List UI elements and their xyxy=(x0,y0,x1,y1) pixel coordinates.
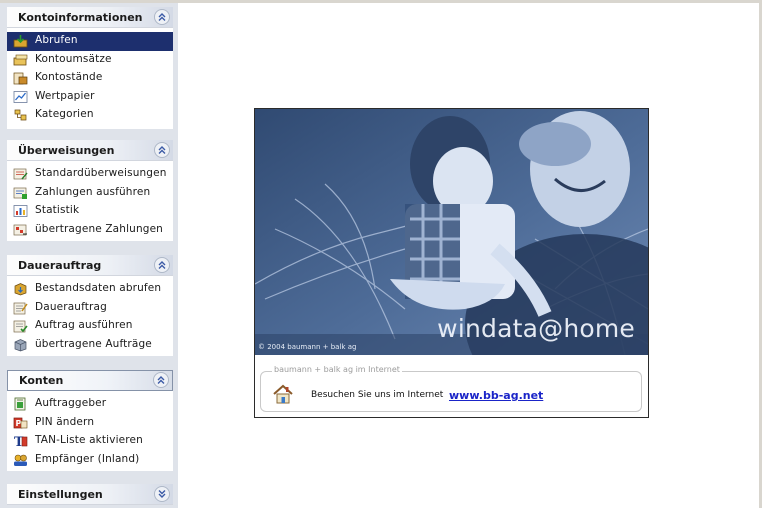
sidebar-item-dauerauftrag[interactable]: Dauerauftrag xyxy=(7,299,173,318)
pin-icon: P xyxy=(13,417,28,428)
group-title: Einstellungen xyxy=(18,488,103,501)
sidebar-item-auftrag-ausfuehren[interactable]: Auftrag ausführen xyxy=(7,317,173,336)
group-title: Konten xyxy=(19,374,64,387)
group-header-konten[interactable]: Konten xyxy=(7,370,173,391)
brand-logo-text: windata@home xyxy=(437,314,635,343)
splash-panel: © 2004 baumann + balk ag windata@home ba… xyxy=(254,108,649,418)
main-content-area: © 2004 baumann + balk ag windata@home ba… xyxy=(178,3,759,508)
sidebar-item-empfaenger-inland[interactable]: Empfänger (Inland) xyxy=(7,451,173,470)
sidebar-item-zahlungen-ausfuehren[interactable]: Zahlungen ausführen xyxy=(7,184,173,203)
sidebar-item-kategorien[interactable]: Kategorien xyxy=(7,106,173,125)
groupbox-legend: baumann + balk ag im Internet xyxy=(272,365,402,374)
internet-groupbox: baumann + balk ag im Internet Besuchen S… xyxy=(260,365,642,412)
group-konten: Konten Auftraggeber P PIN ändern T TAN-L… xyxy=(7,370,173,471)
group-kontoinformationen: Kontoinformationen Abrufen Kontoumsätze … xyxy=(7,7,173,129)
svg-text:P: P xyxy=(16,419,22,428)
transferred-payments-icon xyxy=(13,224,27,235)
sidebar-item-pin-aendern[interactable]: P PIN ändern xyxy=(7,414,173,433)
home-icon xyxy=(273,384,293,404)
group-body: Standardüberweisungen Zahlungen ausführe… xyxy=(7,161,173,241)
sidebar-item-kontostaende[interactable]: Kontostände xyxy=(7,69,173,88)
transactions-icon xyxy=(13,54,28,65)
standing-order-icon xyxy=(13,302,28,314)
recipients-icon xyxy=(14,454,27,466)
fetch-data-icon xyxy=(14,283,27,296)
sidebar-item-uebertragene-zahlungen[interactable]: übertragene Zahlungen xyxy=(7,221,173,240)
website-link[interactable]: www.bb-ag.net xyxy=(449,389,543,402)
sidebar-item-bestandsdaten-abrufen[interactable]: Bestandsdaten abrufen xyxy=(7,280,173,299)
chevron-double-down-icon[interactable] xyxy=(154,486,170,502)
task-sidebar: Kontoinformationen Abrufen Kontoumsätze … xyxy=(0,3,178,508)
group-body: Auftraggeber P PIN ändern T TAN-Liste ak… xyxy=(7,391,173,471)
copyright-text: © 2004 baumann + balk ag xyxy=(258,343,357,351)
sidebar-item-standardueberweisungen[interactable]: Standardüberweisungen xyxy=(7,165,173,184)
chevron-double-up-icon[interactable] xyxy=(154,257,170,273)
sidebar-item-abrufen[interactable]: Abrufen xyxy=(7,32,173,51)
sidebar-item-auftraggeber[interactable]: Auftraggeber xyxy=(7,395,173,414)
splash-photo: © 2004 baumann + balk ag windata@home xyxy=(255,109,648,355)
chevron-double-up-icon[interactable] xyxy=(154,9,170,25)
group-body: Abrufen Kontoumsätze Kontostände Wertpap… xyxy=(7,28,173,129)
sidebar-item-wertpapier[interactable]: Wertpapier xyxy=(7,88,173,107)
tan-list-icon: T xyxy=(14,435,28,448)
securities-chart-icon xyxy=(13,90,28,103)
sidebar-item-statistik[interactable]: Statistik xyxy=(7,202,173,221)
ordering-party-icon xyxy=(14,397,26,411)
group-dauerauftrag: Dauerauftrag Bestandsdaten abrufen Dauer… xyxy=(7,255,173,356)
group-title: Überweisungen xyxy=(18,144,115,157)
group-body: Bestandsdaten abrufen Dauerauftrag Auftr… xyxy=(7,276,173,356)
balances-icon xyxy=(13,72,28,85)
transferred-orders-icon xyxy=(14,338,27,351)
group-ueberweisungen: Überweisungen Standardüberweisungen Zahl… xyxy=(7,140,173,241)
group-title: Kontoinformationen xyxy=(18,11,143,24)
download-icon xyxy=(13,35,28,48)
visit-us-text: Besuchen Sie uns im Internet xyxy=(311,390,444,400)
sidebar-item-tan-liste-aktivieren[interactable]: T TAN-Liste aktivieren xyxy=(7,432,173,451)
chevron-double-up-icon[interactable] xyxy=(154,142,170,158)
sidebar-item-uebertragene-auftraege[interactable]: übertragene Aufträge xyxy=(7,336,173,355)
chevron-double-up-icon[interactable] xyxy=(153,372,169,388)
transfer-form-icon xyxy=(13,168,28,180)
group-header-einstellungen[interactable]: Einstellungen xyxy=(7,484,173,505)
group-header-dauerauftrag[interactable]: Dauerauftrag xyxy=(7,255,173,276)
categories-icon xyxy=(14,109,27,121)
sidebar-item-kontoumsaetze[interactable]: Kontoumsätze xyxy=(7,51,173,70)
group-title: Dauerauftrag xyxy=(18,259,102,272)
statistics-icon xyxy=(13,205,28,217)
group-header-ueberweisungen[interactable]: Überweisungen xyxy=(7,140,173,161)
group-einstellungen: Einstellungen xyxy=(7,484,173,505)
execute-order-icon xyxy=(13,320,28,333)
execute-payments-icon xyxy=(13,187,27,199)
group-header-kontoinformationen[interactable]: Kontoinformationen xyxy=(7,7,173,28)
